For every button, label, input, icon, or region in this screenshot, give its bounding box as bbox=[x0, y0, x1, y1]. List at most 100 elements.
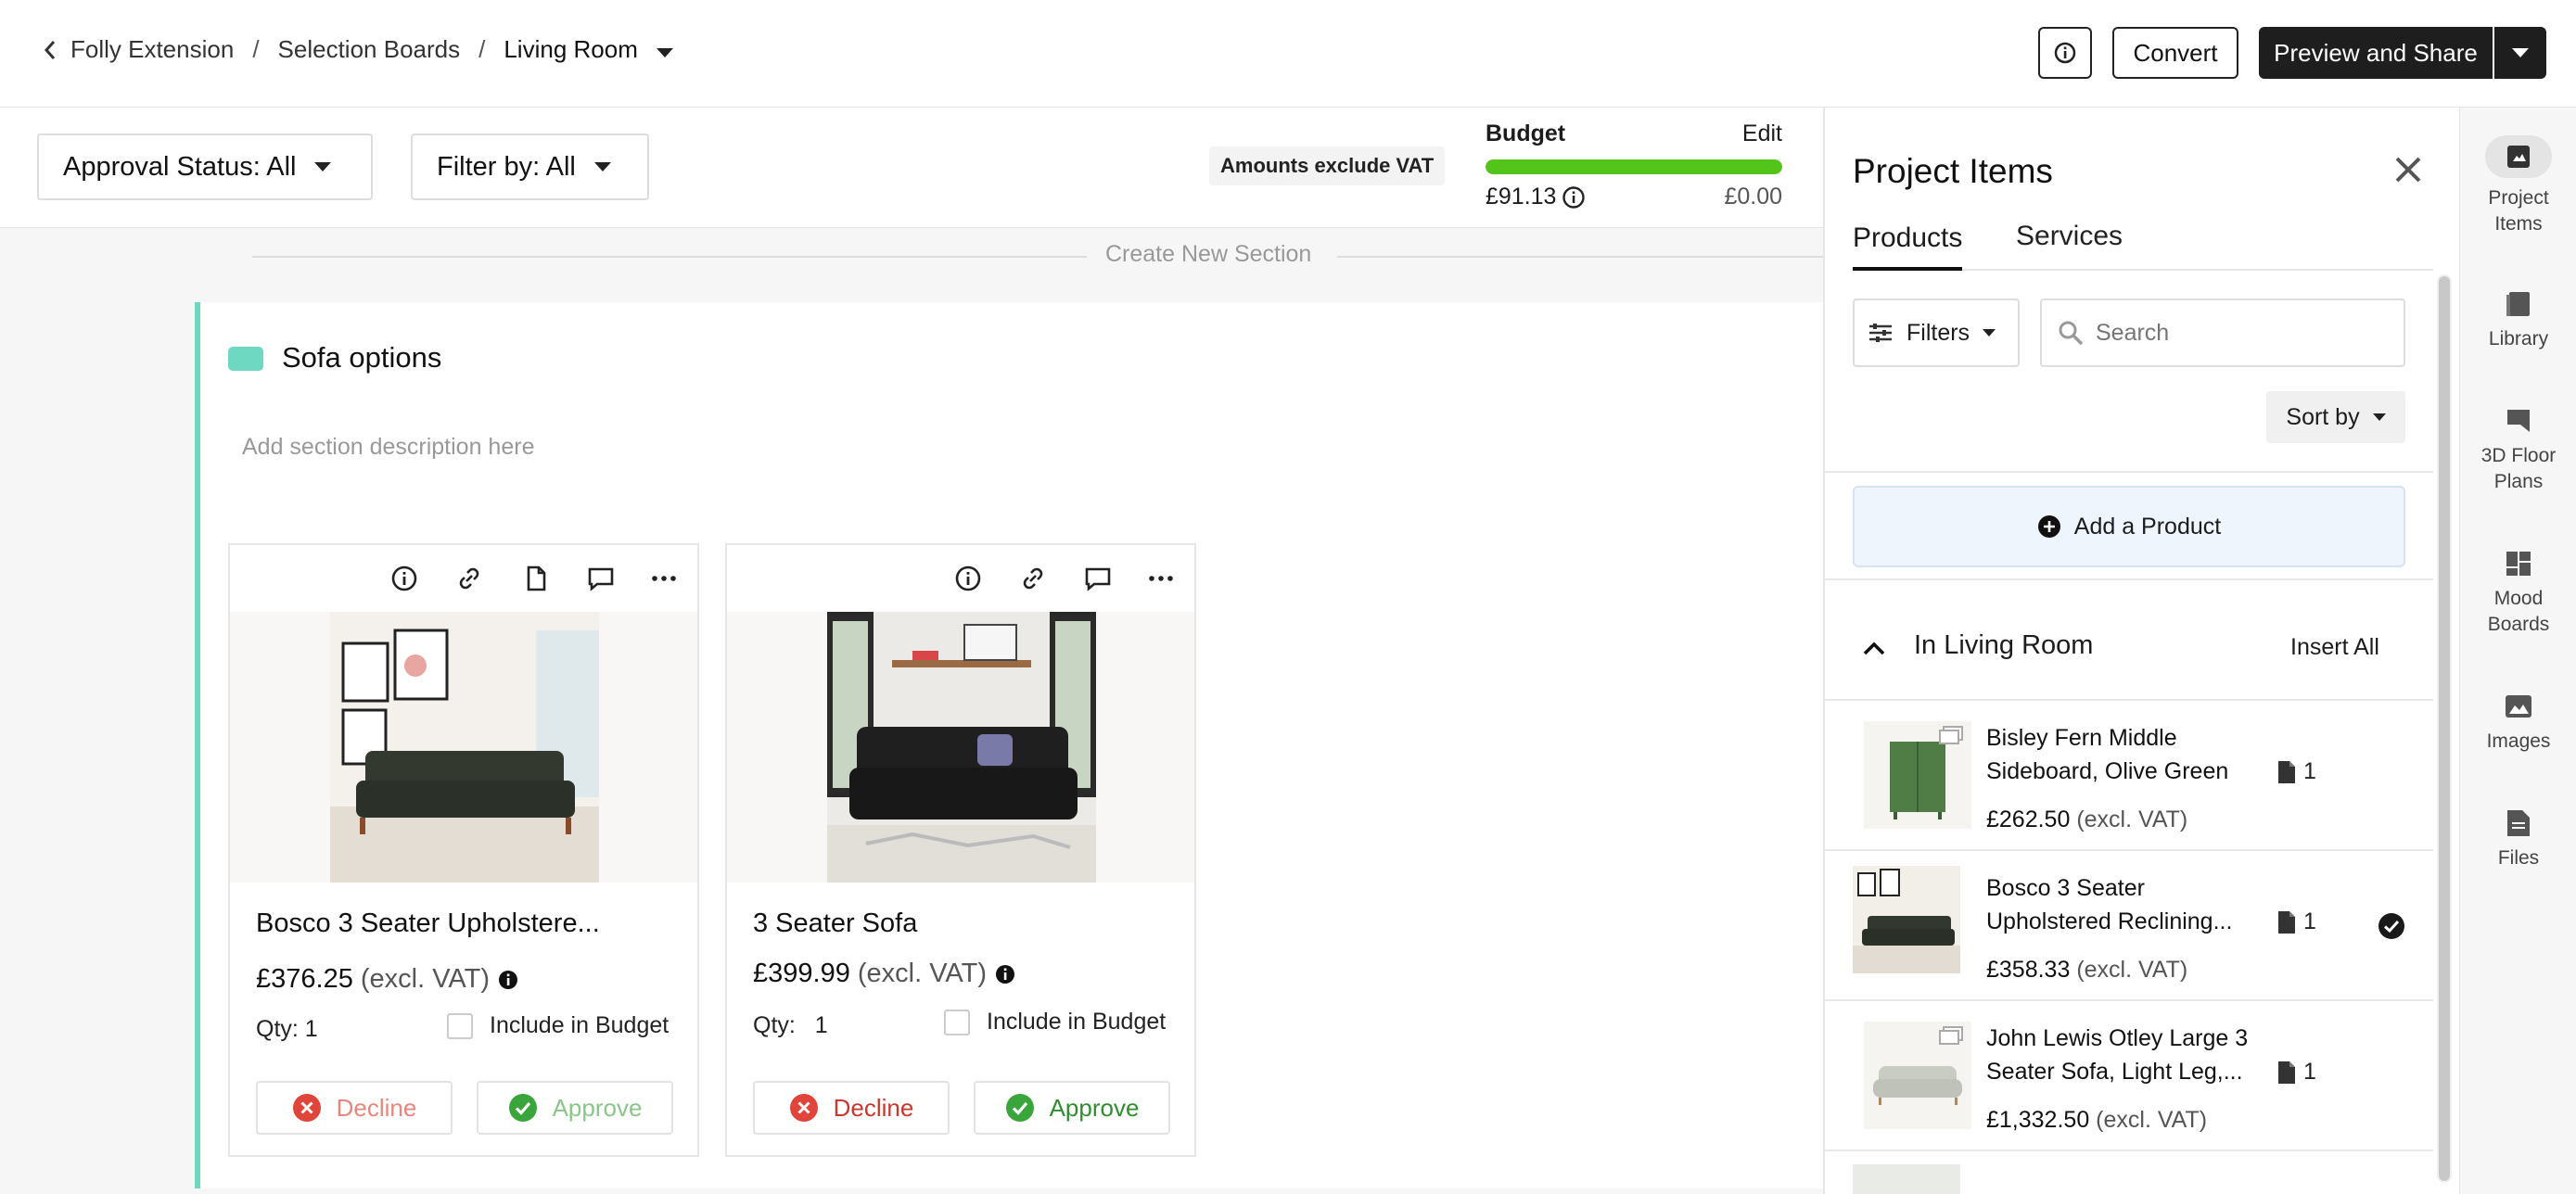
decline-label: Decline bbox=[833, 1093, 914, 1122]
info-filled-icon[interactable] bbox=[994, 963, 1016, 985]
link-icon[interactable] bbox=[1018, 564, 1048, 593]
rail-item-files[interactable]: Files bbox=[2460, 808, 2576, 871]
chevron-up-icon[interactable] bbox=[1862, 640, 1886, 656]
include-in-budget-checkbox[interactable]: Include in Budget bbox=[944, 1009, 1166, 1035]
rail-item-mood-boards[interactable]: Mood Boards bbox=[2460, 549, 2576, 638]
product-image[interactable] bbox=[727, 612, 1194, 883]
info-icon[interactable] bbox=[1562, 185, 1586, 210]
qty-label: Qty: bbox=[753, 1012, 796, 1038]
budget-edit-link[interactable]: Edit bbox=[1742, 121, 1782, 147]
price-vat-note: (excl. VAT) bbox=[2076, 807, 2188, 832]
info-button[interactable] bbox=[2038, 27, 2092, 79]
floor-plan-icon bbox=[2507, 410, 2530, 432]
list-item[interactable]: John Lewis Otley Large 3 Seater Sofa, Li… bbox=[1825, 1001, 2433, 1151]
price-vat-note: (excl. VAT) bbox=[2096, 1107, 2208, 1133]
sort-by-button[interactable]: Sort by bbox=[2266, 391, 2405, 443]
project-items-panel: Project Items Products Services Filters … bbox=[1823, 108, 2459, 1194]
approve-button[interactable]: Approve bbox=[974, 1081, 1170, 1135]
file-icon bbox=[2507, 810, 2530, 836]
product-image[interactable] bbox=[230, 612, 697, 883]
product-thumbnail bbox=[1853, 866, 1960, 973]
info-icon[interactable] bbox=[953, 564, 983, 593]
chevron-down-icon bbox=[2512, 48, 2529, 57]
checkbox-box[interactable] bbox=[447, 1012, 473, 1039]
product-title[interactable]: Bosco 3 Seater Upholstere... bbox=[256, 908, 600, 939]
approve-icon bbox=[508, 1094, 537, 1122]
list-item[interactable]: Bisley Fern Middle Sideboard, Olive Gree… bbox=[1825, 701, 2433, 851]
include-in-budget-checkbox[interactable]: Include in Budget bbox=[447, 1012, 669, 1039]
include-in-budget-label: Include in Budget bbox=[987, 1009, 1167, 1035]
tab-products[interactable]: Products bbox=[1853, 219, 1963, 271]
approval-status-dropdown[interactable]: Approval Status: All bbox=[37, 133, 373, 200]
file-count: 1 bbox=[2277, 758, 2316, 785]
chevron-down-icon bbox=[2372, 413, 2386, 421]
search-input[interactable] bbox=[2096, 319, 2374, 347]
budget-label: Budget bbox=[1486, 121, 1566, 146]
info-filled-icon[interactable] bbox=[497, 969, 519, 991]
list-item[interactable] bbox=[1825, 1151, 2433, 1194]
board-dropdown-icon[interactable] bbox=[656, 35, 673, 64]
more-icon[interactable] bbox=[649, 564, 679, 593]
selected-check-icon[interactable] bbox=[2378, 912, 2405, 940]
group-title: In Living Room bbox=[1914, 630, 2094, 660]
add-product-button[interactable]: Add a Product bbox=[1853, 486, 2405, 567]
file-filled-icon bbox=[2278, 1061, 2295, 1084]
plus-circle-icon bbox=[2037, 515, 2060, 538]
breadcrumb-current-board[interactable]: Living Room bbox=[504, 35, 638, 64]
project-items-icon bbox=[2485, 135, 2552, 178]
approve-button[interactable]: Approve bbox=[477, 1081, 673, 1135]
section-title[interactable]: Sofa options bbox=[282, 341, 441, 375]
filters-button[interactable]: Filters bbox=[1853, 298, 2020, 367]
info-icon[interactable] bbox=[389, 564, 419, 593]
quantity-field[interactable]: Qty: 1 bbox=[256, 1016, 318, 1043]
close-icon[interactable] bbox=[2392, 154, 2424, 185]
panel-scrollbar[interactable] bbox=[2437, 274, 2452, 1183]
budget-widget: Budget Edit £91.13 £0.00 bbox=[1486, 121, 1782, 213]
list-item[interactable]: Bosco 3 Seater Upholstered Reclining... … bbox=[1825, 851, 2433, 1001]
convert-button[interactable]: Convert bbox=[2112, 27, 2238, 79]
tab-services[interactable]: Services bbox=[2016, 219, 2123, 271]
section-description-input[interactable]: Add section description here bbox=[242, 434, 534, 461]
approve-icon bbox=[1005, 1094, 1034, 1122]
preview-options-dropdown[interactable] bbox=[2494, 27, 2546, 79]
back-chevron-icon[interactable] bbox=[43, 39, 57, 61]
comment-icon[interactable] bbox=[1083, 564, 1113, 593]
file-filled-icon bbox=[2278, 760, 2295, 783]
more-icon[interactable] bbox=[1146, 564, 1176, 593]
price-value: £1,332.50 bbox=[1986, 1107, 2090, 1133]
qty-value[interactable]: 1 bbox=[815, 1012, 828, 1038]
image-badge-icon bbox=[1939, 1026, 1963, 1045]
create-section-divider[interactable]: Create New Section bbox=[252, 241, 1823, 267]
insert-all-button[interactable]: Insert All bbox=[2290, 634, 2379, 661]
qty-value[interactable]: 1 bbox=[305, 1016, 318, 1042]
breadcrumb-selection-boards[interactable]: Selection Boards bbox=[278, 35, 461, 64]
filter-by-dropdown[interactable]: Filter by: All bbox=[411, 133, 649, 200]
rail-item-3d-floor-plans[interactable]: 3D Floor Plans bbox=[2460, 406, 2576, 495]
budget-progress-fill bbox=[1486, 159, 1782, 174]
product-card[interactable]: 3 Seater Sofa £399.99 (excl. VAT) Qty: 1… bbox=[725, 543, 1196, 1157]
rail-item-project-items[interactable]: Project Items bbox=[2460, 135, 2576, 237]
rail-label: Project Items bbox=[2488, 187, 2549, 235]
scrollbar-thumb[interactable] bbox=[2439, 276, 2450, 1181]
comment-icon[interactable] bbox=[586, 564, 616, 593]
decline-button[interactable]: Decline bbox=[256, 1081, 453, 1135]
breadcrumb-project[interactable]: Folly Extension bbox=[70, 35, 234, 64]
link-icon[interactable] bbox=[454, 564, 484, 593]
product-card[interactable]: Bosco 3 Seater Upholstere... £376.25 (ex… bbox=[228, 543, 699, 1157]
rail-item-library[interactable]: Library bbox=[2460, 289, 2576, 352]
decline-button[interactable]: Decline bbox=[753, 1081, 950, 1135]
section-color-swatch[interactable] bbox=[228, 347, 263, 371]
quantity-field[interactable]: Qty: 1 bbox=[753, 1012, 828, 1039]
create-section-label[interactable]: Create New Section bbox=[1105, 241, 1311, 268]
preview-and-share-button[interactable]: Preview and Share bbox=[2259, 27, 2493, 79]
rail-label: Library bbox=[2488, 328, 2549, 349]
search-field[interactable] bbox=[2040, 298, 2405, 367]
rail-item-images[interactable]: Images bbox=[2460, 692, 2576, 755]
product-name: Bosco 3 Seater Upholstered Reclining... bbox=[1986, 875, 2233, 934]
right-rail: Project Items Library 3D Floor Plans Moo… bbox=[2459, 108, 2576, 1194]
sort-by-label: Sort by bbox=[2286, 403, 2360, 430]
checkbox-box[interactable] bbox=[944, 1009, 970, 1035]
product-title[interactable]: 3 Seater Sofa bbox=[753, 908, 917, 939]
file-icon[interactable] bbox=[521, 564, 551, 593]
panel-title: Project Items bbox=[1853, 152, 2053, 190]
